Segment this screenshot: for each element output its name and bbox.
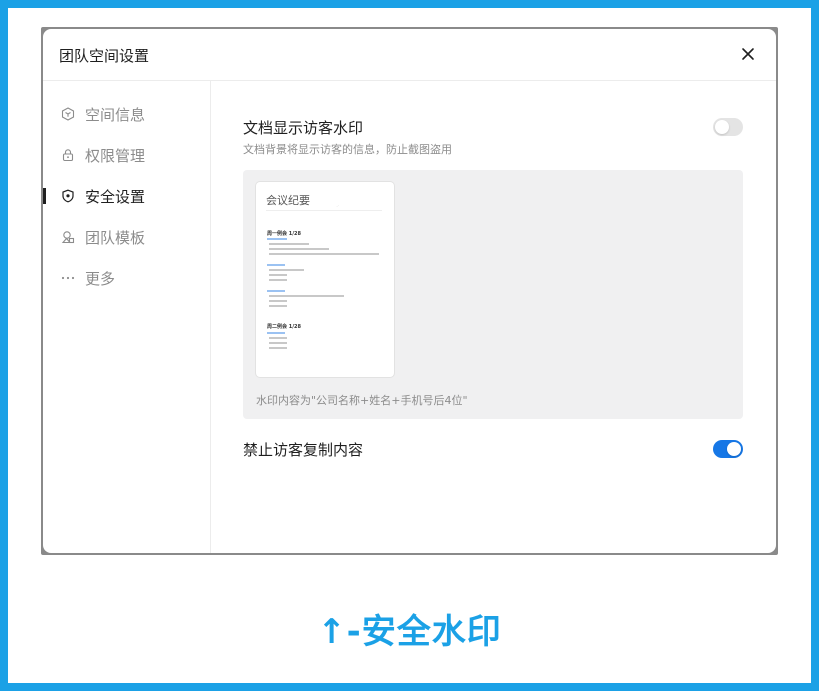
dialog-title: 团队空间设置 bbox=[59, 47, 150, 65]
sidebar-item-more[interactable]: 更多 bbox=[43, 263, 211, 293]
sidebar-item-label: 空间信息 bbox=[85, 105, 146, 124]
toggle-knob bbox=[727, 442, 741, 456]
shield-icon bbox=[61, 189, 75, 203]
preview-doc-title: 会议纪要 bbox=[266, 194, 310, 207]
sidebar-item-space-info[interactable]: 空间信息 bbox=[43, 99, 211, 129]
sidebar-item-label: 团队模板 bbox=[85, 228, 146, 247]
template-icon bbox=[61, 230, 75, 244]
sidebar-item-security[interactable]: 安全设置 bbox=[43, 181, 211, 211]
cube-icon bbox=[61, 107, 75, 121]
close-button[interactable] bbox=[738, 44, 758, 64]
team-space-settings-dialog: 团队空间设置 空间信息 权限管理 安全设置 团队模板 更多 文档显示访客水印 文… bbox=[43, 29, 776, 553]
footer-caption: ↑-安全水印 bbox=[317, 612, 502, 652]
close-icon bbox=[742, 48, 754, 60]
copy-protect-setting-title: 禁止访客复制内容 bbox=[243, 441, 364, 459]
watermark-setting-desc: 文档背景将显示访客的信息，防止截图盗用 bbox=[243, 143, 452, 156]
dialog-header: 团队空间设置 bbox=[43, 29, 776, 81]
lock-icon bbox=[61, 148, 75, 162]
preview-heading-2: 周二例会 1/28 bbox=[267, 324, 302, 330]
preview-document: — 会议纪要 周一例会 1/28 周二例会 1/28 bbox=[256, 182, 394, 377]
sidebar-item-label: 权限管理 bbox=[85, 146, 146, 165]
sidebar-item-label: 安全设置 bbox=[85, 187, 146, 206]
watermark-preview: — 会议纪要 周一例会 1/28 周二例会 1/28 水印内容为"公司名称+姓名… bbox=[243, 170, 743, 419]
sidebar-item-permissions[interactable]: 权限管理 bbox=[43, 140, 211, 170]
watermark-caption: 水印内容为"公司名称+姓名+手机号后4位" bbox=[256, 394, 468, 407]
more-icon bbox=[61, 271, 75, 285]
settings-sidebar: 空间信息 权限管理 安全设置 团队模板 更多 bbox=[43, 81, 211, 553]
sidebar-item-label: 更多 bbox=[85, 269, 116, 288]
copy-protect-toggle[interactable] bbox=[713, 440, 743, 458]
preview-heading-1: 周一例会 1/28 bbox=[267, 231, 302, 237]
toggle-knob bbox=[715, 120, 729, 134]
watermark-toggle[interactable] bbox=[713, 118, 743, 136]
sidebar-item-team-templates[interactable]: 团队模板 bbox=[43, 222, 211, 252]
watermark-setting-title: 文档显示访客水印 bbox=[243, 119, 364, 137]
